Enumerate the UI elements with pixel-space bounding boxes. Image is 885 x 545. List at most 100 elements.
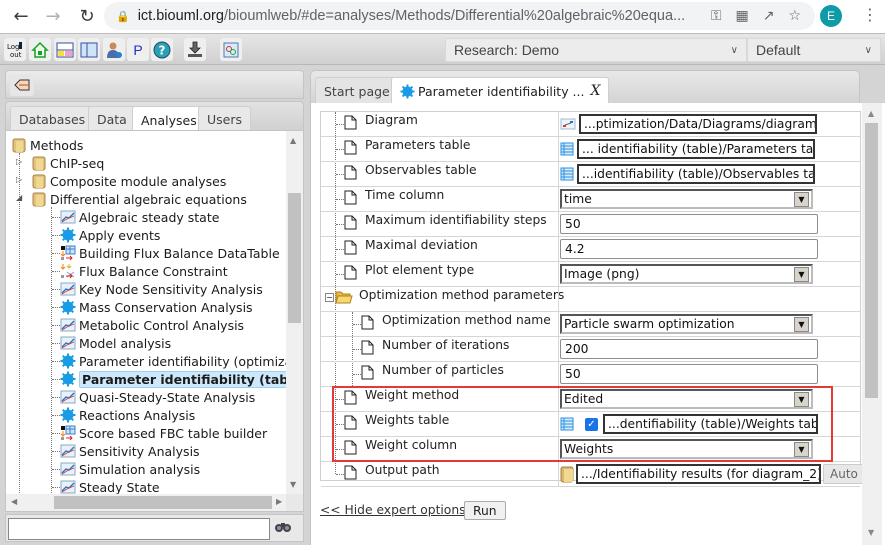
tree-search-input[interactable]: [8, 518, 270, 540]
weights-table-checkbox[interactable]: ✓: [585, 417, 598, 431]
folder-icon: [31, 155, 47, 171]
parameters-table-field[interactable]: ... identifiability (table)/Parameters t…: [577, 139, 815, 159]
tree-node-metabolic-control-analysis[interactable]: Metabolic Control Analysis: [52, 316, 244, 334]
tree-node-composite-module-analyses[interactable]: Composite module analyses: [31, 172, 226, 190]
diagram-field[interactable]: ...ptimization/Data/Diagrams/diagram_2: [579, 114, 817, 134]
expand-icon[interactable]: ▷: [16, 157, 22, 166]
tree-node-differential-algebraic-equations[interactable]: Differential algebraic equations: [31, 190, 247, 208]
optimization-method-name-field[interactable]: Particle swarm optimization ▼: [560, 314, 813, 334]
scroll-left-icon[interactable]: ◀: [11, 497, 17, 506]
url-text[interactable]: ict.biouml.org/bioumlweb/#de=analyses/Me…: [138, 8, 711, 24]
bookmark-star-icon[interactable]: ☆: [788, 8, 801, 24]
layout-vertical-button[interactable]: [78, 38, 100, 61]
scroll-right-icon[interactable]: ▶: [276, 497, 282, 506]
scroll-down-icon[interactable]: ▼: [868, 528, 874, 537]
binoculars-icon[interactable]: [274, 519, 292, 537]
dropdown-arrow-icon[interactable]: ▼: [794, 441, 809, 457]
weight-column-field[interactable]: Weights ▼: [560, 439, 813, 459]
tree-vertical-scrollbar[interactable]: ▲ ▼: [286, 131, 303, 496]
number-of-iterations-field[interactable]: 200: [560, 339, 818, 359]
user-button[interactable]: [103, 38, 125, 61]
observables-table-field[interactable]: ...identifiability (table)/Observables t…: [577, 164, 815, 184]
weight-method-field[interactable]: Edited ▼: [560, 389, 813, 409]
tab-data[interactable]: Data: [88, 106, 136, 132]
scrollbar-thumb[interactable]: [288, 193, 301, 323]
tree-node-parameter-identifiability-optimization[interactable]: Parameter identifiability (optimization): [52, 352, 303, 370]
property-row-number-of-particles: Number of particles 50: [321, 362, 860, 387]
dropdown-arrow-icon[interactable]: ▼: [794, 391, 809, 407]
property-row-weights-table: Weights table ✓ ...dentifiability (table)/…: [321, 412, 860, 437]
clear-button[interactable]: [10, 74, 34, 96]
scroll-up-icon[interactable]: ▲: [868, 109, 874, 118]
scroll-down-icon[interactable]: ▼: [290, 480, 296, 489]
tree-node-model-analysis[interactable]: Model analysis: [52, 334, 171, 352]
close-tab-icon[interactable]: X: [590, 83, 600, 99]
tree-node-methods[interactable]: Methods: [11, 136, 83, 154]
auto-button[interactable]: Auto: [823, 464, 865, 484]
tree-node-sensitivity-analysis[interactable]: Sensitivity Analysis: [52, 442, 200, 460]
output-path-field[interactable]: .../Identifiability results (for diagram…: [576, 464, 821, 484]
tree-node-parameter-identifiability-table[interactable]: Parameter identifiability (table): [52, 370, 303, 388]
layout-horizontal-button[interactable]: [54, 38, 76, 61]
browser-menu-icon[interactable]: ⋮: [862, 6, 878, 24]
run-button[interactable]: Run: [464, 501, 506, 520]
column-divider: [558, 262, 559, 287]
address-bar[interactable]: 🔒 ict.biouml.org/bioumlweb/#de=analyses/…: [104, 2, 815, 30]
scroll-up-icon[interactable]: ▲: [290, 136, 296, 145]
tab-analyses[interactable]: Analyses: [132, 106, 206, 133]
dropdown-arrow-icon[interactable]: ▼: [794, 316, 809, 332]
download-button[interactable]: [184, 38, 206, 61]
scrollbar-thumb[interactable]: [54, 496, 272, 509]
tree-node-simulation-analysis[interactable]: Simulation analysis: [52, 460, 200, 478]
hide-expert-options-link[interactable]: << Hide expert options: [320, 503, 466, 517]
tree-node-score-based-fbc-table-builder[interactable]: Score based FBC table builder: [52, 424, 267, 442]
panel-vertical-scrollbar[interactable]: ▲ ▼: [862, 103, 882, 545]
reload-button[interactable]: ↻: [72, 1, 102, 31]
logout-button[interactable]: Log out: [4, 38, 26, 61]
tree-node-reactions-analysis[interactable]: Reactions Analysis: [52, 406, 195, 424]
plot-element-type-field[interactable]: Image (png) ▼: [560, 264, 813, 284]
research-select-value: Research: Demo: [454, 42, 560, 58]
tree-node-building-flux-balance-datatable[interactable]: Building Flux Balance DataTable: [52, 244, 280, 262]
expand-icon[interactable]: ▷: [16, 175, 22, 184]
property-row-optimization-method-parameters: − Optimization method parameters: [321, 287, 860, 312]
time-column-field[interactable]: time ▼: [560, 189, 813, 209]
maximal-deviation-field[interactable]: 4.2: [560, 239, 818, 259]
number-of-particles-field[interactable]: 50: [560, 364, 818, 384]
tab-start-page[interactable]: Start page: [315, 77, 399, 104]
svg-text:out: out: [10, 51, 22, 59]
tree-horizontal-scrollbar[interactable]: ◀ ▶: [6, 494, 288, 511]
tab-parameter-identifiability[interactable]: Parameter identifiability ... X: [391, 77, 610, 104]
tree-node-quasi-steady-state-analysis[interactable]: Quasi-Steady-State Analysis: [52, 388, 255, 406]
help-button[interactable]: ?: [151, 38, 173, 61]
perspective-select[interactable]: Default ∨: [747, 38, 881, 62]
dropdown-arrow-icon[interactable]: ▼: [794, 266, 809, 282]
document-icon: [344, 215, 357, 230]
left-tabs: Databases Data Analyses Users: [5, 101, 304, 133]
tab-databases[interactable]: Databases: [10, 106, 95, 132]
diagram-button[interactable]: [220, 38, 242, 61]
key-icon[interactable]: ⚿: [711, 8, 722, 24]
dropdown-arrow-icon[interactable]: ▼: [794, 191, 809, 207]
home-button[interactable]: [29, 38, 51, 61]
tree-node-apply-events[interactable]: Apply events: [52, 226, 160, 244]
tab-users[interactable]: Users: [198, 106, 252, 132]
collapse-icon[interactable]: −: [325, 293, 334, 302]
p-icon: P: [133, 41, 143, 58]
research-select[interactable]: Research: Demo ∨: [445, 38, 747, 62]
profile-avatar[interactable]: E: [820, 5, 842, 27]
tree-node-mass-conservation-analysis[interactable]: Mass Conservation Analysis: [52, 298, 253, 316]
tree-node-key-node-sensitivity-analysis[interactable]: Key Node Sensitivity Analysis: [52, 280, 263, 298]
back-button[interactable]: ←: [6, 1, 36, 31]
tree-node-flux-balance-constraint[interactable]: Flux Balance Constraint: [52, 262, 228, 280]
tree-node-chip-seq[interactable]: ChIP-seq: [31, 154, 104, 172]
translate-icon[interactable]: ▦: [735, 8, 748, 24]
share-icon[interactable]: ↗: [763, 8, 775, 24]
p-button[interactable]: P: [127, 38, 149, 61]
forward-button[interactable]: →: [38, 1, 68, 31]
maximum-identifiability-steps-field[interactable]: 50: [560, 214, 818, 234]
tree-node-algebraic-steady-state[interactable]: Algebraic steady state: [52, 208, 219, 226]
weights-table-field[interactable]: ...dentifiability (table)/Weights table: [603, 414, 818, 434]
scrollbar-thumb[interactable]: [865, 123, 878, 398]
collapse-icon[interactable]: ◢: [16, 193, 22, 202]
